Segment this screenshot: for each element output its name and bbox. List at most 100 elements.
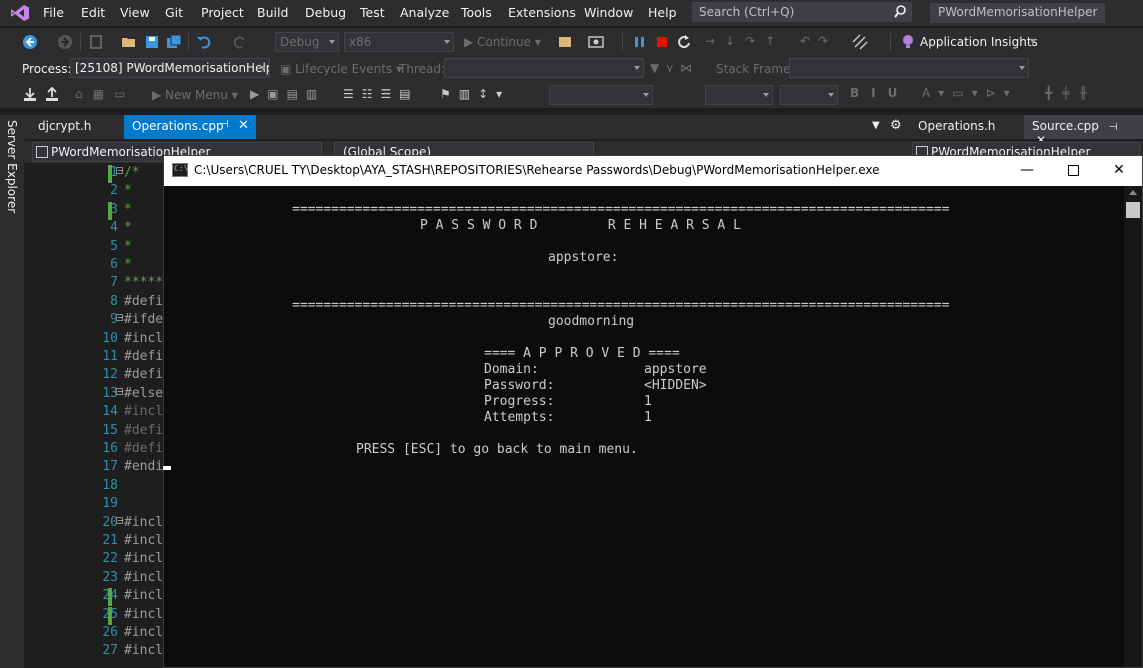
code-line[interactable]: #incl bbox=[124, 625, 163, 640]
code-line[interactable]: * bbox=[124, 239, 132, 254]
scrollbar-thumb[interactable] bbox=[1126, 202, 1140, 218]
code-line[interactable]: ***** bbox=[124, 275, 163, 290]
search-input[interactable]: Search (Ctrl+Q) bbox=[692, 2, 912, 22]
menu-build[interactable]: Build bbox=[257, 5, 288, 20]
menu-project[interactable]: Project bbox=[201, 5, 244, 20]
code-line[interactable]: * bbox=[124, 220, 132, 235]
console-title-bar[interactable]: C:\ C:\Users\CRUEL TY\Desktop\AYA_STASH\… bbox=[164, 156, 1142, 186]
menu-window[interactable]: Window bbox=[584, 5, 633, 20]
save-all-icon[interactable] bbox=[166, 34, 182, 50]
code-line[interactable]: #incl bbox=[124, 570, 163, 585]
code-line[interactable]: /* bbox=[124, 165, 140, 180]
tab-source-cpp[interactable]: Source.cpp ⊣ ✕ bbox=[1024, 115, 1143, 147]
menu-test[interactable]: Test bbox=[360, 5, 385, 20]
menu-debug[interactable]: Debug bbox=[305, 5, 346, 20]
menu-analyze[interactable]: Analyze bbox=[400, 5, 449, 20]
code-line[interactable]: #else bbox=[124, 386, 163, 401]
tab-djcrypt[interactable]: djcrypt.h bbox=[30, 115, 99, 139]
console-app-icon: C:\ bbox=[172, 163, 188, 177]
stack-frame-select[interactable] bbox=[789, 58, 1029, 78]
code-line[interactable]: #incl bbox=[124, 331, 163, 346]
filter-icons: ▼⋎⋈ bbox=[650, 61, 699, 75]
redo-icon[interactable] bbox=[232, 34, 248, 50]
maximize-icon bbox=[1067, 165, 1079, 176]
restart-icon[interactable] bbox=[676, 34, 692, 50]
size-select[interactable] bbox=[780, 85, 838, 105]
line-number: 23 bbox=[102, 569, 118, 585]
process-select[interactable]: [25108] PWordMemorisationHelpe bbox=[70, 58, 270, 78]
menu-git[interactable]: Git bbox=[165, 5, 183, 20]
stop-icon[interactable] bbox=[654, 34, 670, 50]
tab-operations-h[interactable]: Operations.h bbox=[910, 115, 1003, 139]
code-line[interactable]: #incl bbox=[124, 607, 163, 622]
code-line[interactable]: * bbox=[124, 183, 132, 198]
code-line[interactable]: #ifde bbox=[124, 312, 163, 327]
fold-toggle-icon[interactable]: − bbox=[116, 314, 124, 322]
platform-select[interactable]: x86 bbox=[344, 32, 454, 52]
code-line[interactable]: #defi bbox=[124, 349, 163, 364]
application-insights-dropdown-icon[interactable]: ▾ bbox=[1030, 34, 1036, 48]
font-select[interactable] bbox=[549, 85, 653, 105]
close-icon[interactable]: ✕ bbox=[238, 118, 249, 133]
menu-view[interactable]: View bbox=[120, 5, 150, 20]
visual-studio-logo-icon bbox=[11, 5, 29, 21]
code-line[interactable]: #incl bbox=[124, 533, 163, 548]
platform-value: x86 bbox=[349, 35, 372, 49]
fold-toggle-icon[interactable]: − bbox=[116, 167, 124, 175]
code-line[interactable]: * bbox=[124, 257, 132, 272]
line-number: 8 bbox=[110, 293, 118, 309]
upload-icon[interactable] bbox=[44, 87, 60, 103]
code-map-icon[interactable] bbox=[852, 34, 868, 50]
search-placeholder: Search (Ctrl+Q) bbox=[699, 5, 795, 19]
code-line[interactable]: #incl bbox=[124, 643, 163, 658]
back-icon[interactable] bbox=[22, 34, 38, 50]
menu-tools[interactable]: Tools bbox=[461, 5, 492, 20]
pin-icon[interactable]: ⊣ bbox=[1109, 122, 1118, 133]
settings-gear-icon[interactable]: ⚙ bbox=[890, 118, 902, 133]
new-menu-button[interactable]: ▶ New Menu ▾ bbox=[152, 88, 238, 102]
console-scrollbar[interactable] bbox=[1124, 186, 1142, 667]
code-line[interactable]: #defi bbox=[124, 367, 163, 382]
server-explorer-tab[interactable]: Server Explorer bbox=[0, 115, 24, 668]
undo-icon[interactable] bbox=[196, 34, 212, 50]
menu-help[interactable]: Help bbox=[648, 5, 677, 20]
code-line[interactable]: #incl bbox=[124, 515, 163, 530]
fold-toggle-icon[interactable]: − bbox=[116, 387, 124, 395]
download-icon[interactable] bbox=[22, 87, 38, 103]
pin-icon[interactable]: ⊣ bbox=[220, 119, 229, 130]
tab-operations-cpp[interactable]: Operations.cpp ⊣ ✕ bbox=[124, 115, 256, 139]
code-line[interactable]: #defi bbox=[124, 423, 163, 438]
scroll-up-icon[interactable] bbox=[1129, 190, 1137, 195]
thread-select[interactable] bbox=[444, 58, 644, 78]
code-line[interactable]: #incl bbox=[124, 404, 163, 419]
fold-toggle-icon[interactable]: − bbox=[116, 516, 124, 524]
code-line[interactable]: * bbox=[124, 202, 132, 217]
new-project-icon[interactable] bbox=[88, 34, 104, 50]
minimize-button[interactable]: — bbox=[1004, 156, 1050, 186]
menu-extensions[interactable]: Extensions bbox=[508, 5, 576, 20]
save-icon[interactable] bbox=[144, 34, 160, 50]
code-line[interactable]: #endi bbox=[124, 459, 163, 474]
code-line[interactable]: #incl bbox=[124, 551, 163, 566]
menu-file[interactable]: File bbox=[43, 5, 64, 20]
lifecycle-events-button[interactable]: ▣ Lifecycle Events ▾ bbox=[280, 62, 402, 76]
style-select[interactable] bbox=[705, 85, 773, 105]
screenshot-icon[interactable] bbox=[588, 34, 604, 50]
maximize-button[interactable] bbox=[1050, 156, 1096, 186]
pause-icon[interactable] bbox=[632, 34, 648, 50]
tab-list-dropdown-icon[interactable]: ▼ bbox=[872, 120, 880, 131]
open-folder-icon[interactable] bbox=[121, 34, 137, 50]
code-line[interactable]: #incl bbox=[124, 588, 163, 603]
console-window[interactable]: C:\ C:\Users\CRUEL TY\Desktop\AYA_STASH\… bbox=[163, 155, 1143, 668]
configuration-select[interactable]: Debug bbox=[275, 32, 339, 52]
code-line[interactable]: #defi bbox=[124, 441, 163, 456]
align-icons: ☰☷☰▤ bbox=[343, 87, 419, 101]
continue-button[interactable]: ▶ Continue ▾ bbox=[464, 35, 541, 49]
close-icon: ✕ bbox=[1113, 162, 1125, 178]
code-line[interactable]: #defi bbox=[124, 294, 163, 309]
attach-icon[interactable] bbox=[557, 34, 573, 50]
forward-icon[interactable] bbox=[57, 34, 73, 50]
menu-edit[interactable]: Edit bbox=[81, 5, 105, 20]
close-button[interactable]: ✕ bbox=[1096, 156, 1142, 186]
application-insights-button[interactable]: Application Insights bbox=[920, 35, 1038, 49]
